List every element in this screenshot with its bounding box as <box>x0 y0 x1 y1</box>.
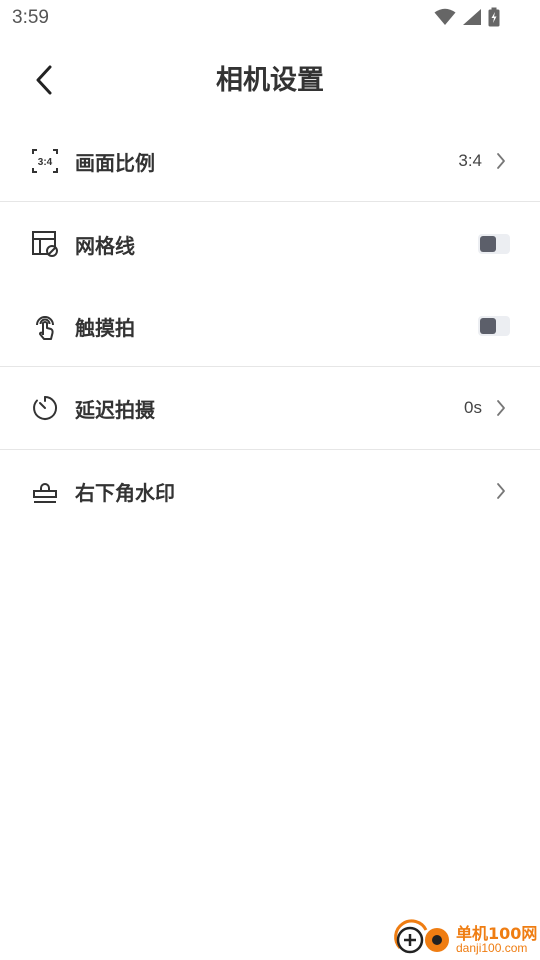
setting-value: 3:4 <box>458 151 482 170</box>
setting-label: 右下角水印 <box>75 480 175 505</box>
toggle-knob <box>480 236 496 252</box>
wifi-icon <box>434 8 456 25</box>
touch-icon <box>30 311 60 341</box>
setting-touch-shoot: 触摸拍 <box>0 285 540 367</box>
setting-label: 画面比例 <box>75 150 155 175</box>
setting-delay-shoot[interactable]: 延迟拍摄 0s <box>0 367 540 449</box>
aspect-ratio-icon-text: 3:4 <box>38 157 53 168</box>
battery-icon <box>488 7 500 27</box>
status-icons <box>434 7 500 27</box>
divider <box>0 201 540 202</box>
signal-icon <box>463 9 481 25</box>
toggle-knob <box>480 318 496 334</box>
status-time: 3:59 <box>12 7 49 28</box>
site-logo-icon <box>394 919 449 954</box>
setting-value: 0s <box>464 398 482 417</box>
aspect-ratio-icon: 3:4 <box>30 146 60 176</box>
header: 相机设置 <box>0 40 540 116</box>
setting-aspect-ratio[interactable]: 3:4 画面比例 3:4 <box>0 120 540 202</box>
setting-label: 延迟拍摄 <box>75 397 155 422</box>
grid-icon <box>30 229 60 259</box>
status-bar: 3:59 <box>0 0 540 36</box>
chevron-right-icon <box>494 151 508 171</box>
stamp-icon <box>30 476 60 506</box>
chevron-right-icon <box>494 481 508 501</box>
page-title: 相机设置 <box>216 65 324 96</box>
site-url: danji100.com <box>456 941 528 955</box>
setting-label: 触摸拍 <box>75 315 135 340</box>
timer-icon <box>30 393 60 423</box>
setting-grid-lines: 网格线 <box>0 203 540 285</box>
chevron-right-icon <box>494 398 508 418</box>
site-watermark: 单机100网 danji100.com <box>392 918 540 960</box>
setting-watermark[interactable]: 右下角水印 <box>0 450 540 532</box>
grid-lines-toggle[interactable] <box>478 234 510 254</box>
setting-label: 网格线 <box>75 233 135 258</box>
touch-shoot-toggle[interactable] <box>478 316 510 336</box>
